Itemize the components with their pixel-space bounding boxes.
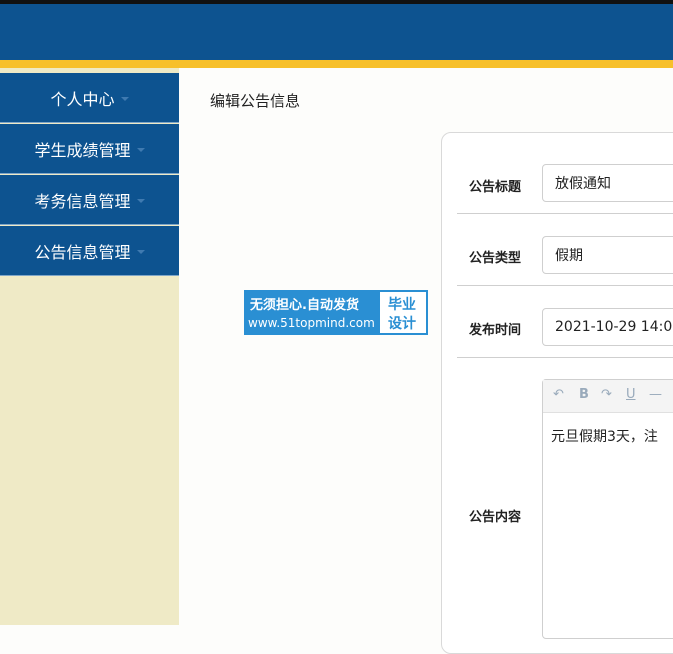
watermark-right: 毕业 设计 — [380, 292, 426, 333]
sidebar-item-student-grades[interactable]: 学生成绩管理 — [0, 124, 179, 174]
type-label: 公告类型 — [469, 251, 522, 266]
caret-down-icon — [120, 96, 129, 101]
row-divider — [457, 213, 673, 214]
sidebar-item-label: 个人中心 — [50, 89, 115, 109]
sidebar-item-exam-info[interactable]: 考务信息管理 — [0, 175, 179, 225]
sidebar-item-label: 学生成绩管理 — [34, 140, 131, 160]
watermark-right-line1: 毕业 — [388, 297, 416, 313]
sidebar-item-label: 考务信息管理 — [34, 191, 131, 211]
publish-time-label: 发布时间 — [469, 323, 522, 338]
bold-button[interactable]: B — [579, 387, 589, 402]
watermark-right-line2: 设计 — [388, 316, 416, 332]
watermark-line2: www.51topmind.com — [248, 316, 375, 330]
redo-icon[interactable]: ↷ — [601, 387, 612, 402]
editor-toolbar: ↶ B ↷ U — — [543, 380, 673, 413]
content-editor[interactable]: ↶ B ↷ U — 元旦假期3天，注 — [542, 379, 673, 639]
header-accent-bar — [0, 60, 673, 68]
watermark-badge: 无须担心.自动发货 www.51topmind.com 毕业 设计 — [244, 290, 428, 335]
title-input[interactable]: 放假通知 — [542, 164, 673, 202]
sidebar-item-notice-info[interactable]: 公告信息管理 — [0, 226, 179, 276]
content-text[interactable]: 元旦假期3天，注 — [551, 426, 658, 446]
watermark-left: 无须担心.自动发货 www.51topmind.com — [244, 290, 380, 335]
type-input[interactable]: 假期 — [542, 236, 673, 274]
caret-down-icon — [136, 198, 145, 203]
title-label: 公告标题 — [469, 180, 522, 195]
sidebar-item-label: 公告信息管理 — [34, 242, 131, 262]
undo-icon[interactable]: ↶ — [553, 387, 564, 402]
underline-button[interactable]: U — [626, 387, 636, 402]
page-title: 编辑公告信息 — [210, 92, 301, 110]
horizontal-rule-button[interactable]: — — [649, 387, 662, 402]
caret-down-icon — [136, 147, 145, 152]
caret-down-icon — [136, 249, 145, 254]
sidebar-item-personal-center[interactable]: 个人中心 — [0, 73, 179, 123]
sidebar: 个人中心 学生成绩管理 考务信息管理 公告信息管理 — [0, 68, 179, 625]
watermark-line1: 无须担心.自动发货 — [250, 298, 359, 313]
row-divider — [457, 285, 673, 286]
app-header — [0, 4, 673, 60]
row-divider — [457, 357, 673, 358]
content-label: 公告内容 — [469, 510, 522, 525]
publish-time-input[interactable]: 2021-10-29 14:07 — [542, 308, 673, 346]
